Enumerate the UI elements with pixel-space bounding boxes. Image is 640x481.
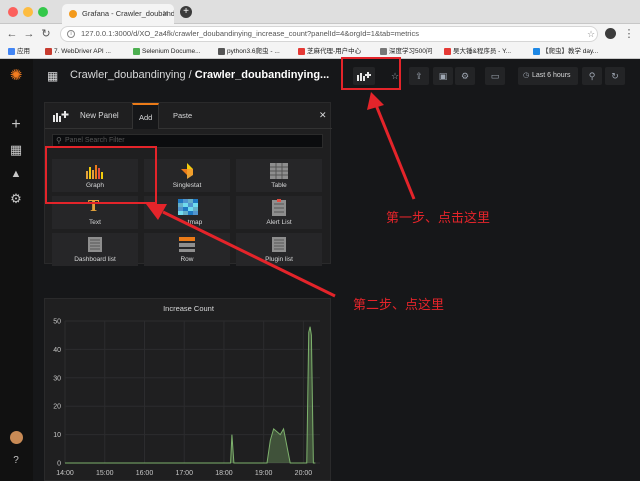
bookmark-item[interactable]: 【爬虫】教学 day... xyxy=(533,46,598,57)
browser-tab[interactable]: Grafana - Crawler_doubandin ✕ xyxy=(62,4,174,24)
annotation-arrows xyxy=(146,92,416,298)
bookmark-item[interactable]: 7. WebDriver API ... xyxy=(45,46,111,57)
close-tab-icon[interactable]: ✕ xyxy=(162,4,169,24)
browser-toolbar: ← → ↻ i 127.0.0.1:3000/d/XO_2a4fk/crawle… xyxy=(0,24,640,44)
annotation-step2: 第二步、点这里 xyxy=(353,297,445,312)
address-bar[interactable]: i 127.0.0.1:3000/d/XO_2a4fk/crawler_doub… xyxy=(60,26,598,42)
arrow-step1-line xyxy=(374,104,416,200)
info-icon[interactable]: i xyxy=(67,30,75,38)
browser-titlebar: Grafana - Crawler_doubandin ✕ + xyxy=(0,0,640,24)
bookmark-icon xyxy=(133,48,140,55)
profile-avatar[interactable] xyxy=(605,28,616,39)
new-tab-button[interactable]: + xyxy=(180,6,192,18)
bookmark-item[interactable]: 应用 xyxy=(8,46,30,57)
forward-arrow-icon[interactable]: → xyxy=(22,27,36,41)
bookmark-item[interactable]: python3.6爬虫 - ... xyxy=(218,46,280,57)
tab-title: Grafana - Crawler_doubandin xyxy=(82,9,174,18)
apps-icon xyxy=(8,48,15,55)
bookmarks-bar: 应用 7. WebDriver API ... Selenium Docume.… xyxy=(0,44,640,59)
bookmark-icon xyxy=(533,48,540,55)
annotation-step1: 第一步、点击这里 xyxy=(386,210,491,225)
star-icon[interactable]: ☆ xyxy=(584,27,598,41)
minimize-window-button[interactable] xyxy=(23,7,33,17)
reload-icon[interactable]: ↻ xyxy=(39,27,53,41)
bookmark-item[interactable]: 芝麻代理-用户中心 xyxy=(298,46,361,57)
bookmark-icon xyxy=(298,48,305,55)
url-text: 127.0.0.1:3000/d/XO_2a4fk/crawler_douban… xyxy=(81,29,419,38)
bookmark-icon xyxy=(45,48,52,55)
back-arrow-icon[interactable]: ← xyxy=(5,27,19,41)
bookmark-item[interactable]: 深度学习500问 xyxy=(380,46,432,57)
maximize-window-button[interactable] xyxy=(38,7,48,17)
menu-dots-icon[interactable]: ⋮ xyxy=(622,27,636,41)
grafana-app: ✺ + ▦ ▲ ⚙ ? ▦ Crawler_doubandinying / Cr… xyxy=(0,57,640,481)
bookmark-item[interactable]: Selenium Docume... xyxy=(133,46,201,57)
arrow-step1-head xyxy=(367,92,384,110)
bookmark-item[interactable]: 吴大锤&程序员 - Y... xyxy=(444,46,511,57)
arrow-step2-line xyxy=(162,210,336,298)
close-window-button[interactable] xyxy=(8,7,18,17)
bookmark-icon xyxy=(380,48,387,55)
bookmark-icon xyxy=(218,48,225,55)
grafana-favicon-icon xyxy=(69,10,77,18)
bookmark-icon xyxy=(444,48,451,55)
